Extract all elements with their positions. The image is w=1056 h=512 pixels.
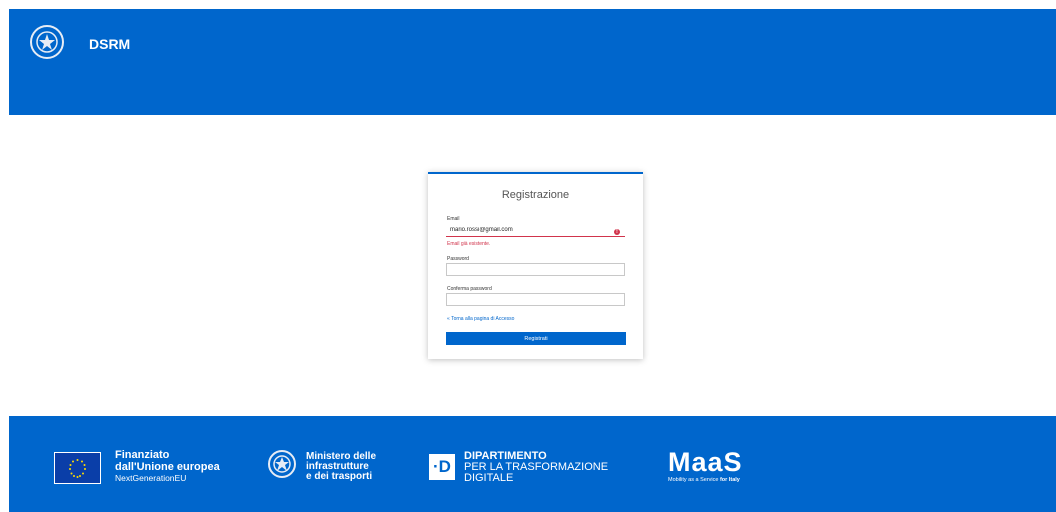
maas-tagline: Mobility as a Service for Italy bbox=[668, 476, 743, 484]
ministry-emblem-icon bbox=[268, 450, 296, 478]
department-logo-icon: ·D bbox=[429, 454, 455, 480]
password-label: Password bbox=[447, 256, 469, 262]
eu-line1: Finanziato bbox=[115, 449, 170, 461]
email-label: Email bbox=[447, 216, 460, 222]
footer-bar: Finanziato dall'Unione europea NextGener… bbox=[9, 416, 1056, 512]
department-text: DIPARTIMENTO PER LA TRASFORMAZIONE DIGIT… bbox=[464, 451, 608, 484]
maas-tagline-bold: for Italy bbox=[719, 477, 740, 483]
maas-tagline-prefix: Mobility as a Service bbox=[668, 477, 720, 483]
maas-logo: MaaS Mobility as a Service for Italy bbox=[668, 448, 743, 484]
register-button[interactable]: Registrati bbox=[446, 332, 626, 345]
registration-card: Registrazione Email ! Email già esistent… bbox=[428, 172, 643, 359]
eu-line2: dall'Unione europea bbox=[115, 461, 220, 473]
eu-line3: NextGenerationEU bbox=[115, 473, 187, 483]
app-title: DSRM bbox=[89, 36, 131, 52]
email-error-message: Email già esistente. bbox=[447, 241, 491, 247]
form-title: Registrazione bbox=[501, 189, 570, 201]
confirm-password-field[interactable] bbox=[446, 293, 625, 306]
republic-emblem-icon bbox=[30, 25, 64, 59]
maas-logo-text: MaaS bbox=[668, 447, 743, 477]
back-to-login-link[interactable]: « Torna alla pagina di Accesso bbox=[447, 316, 514, 322]
ministry-text: Ministero delle infrastrutture e dei tra… bbox=[306, 452, 376, 482]
header-bar: DSRM bbox=[9, 9, 1056, 115]
error-icon: ! bbox=[614, 229, 620, 235]
department-line3: DIGITALE bbox=[464, 472, 514, 484]
password-field[interactable] bbox=[446, 263, 625, 276]
email-field[interactable] bbox=[446, 224, 625, 237]
eu-flag-icon bbox=[54, 452, 101, 484]
ministry-line3: e dei trasporti bbox=[306, 471, 373, 482]
confirm-password-label: Conferma password bbox=[447, 286, 492, 292]
eu-funding-text: Finanziato dall'Unione europea NextGener… bbox=[115, 449, 220, 484]
